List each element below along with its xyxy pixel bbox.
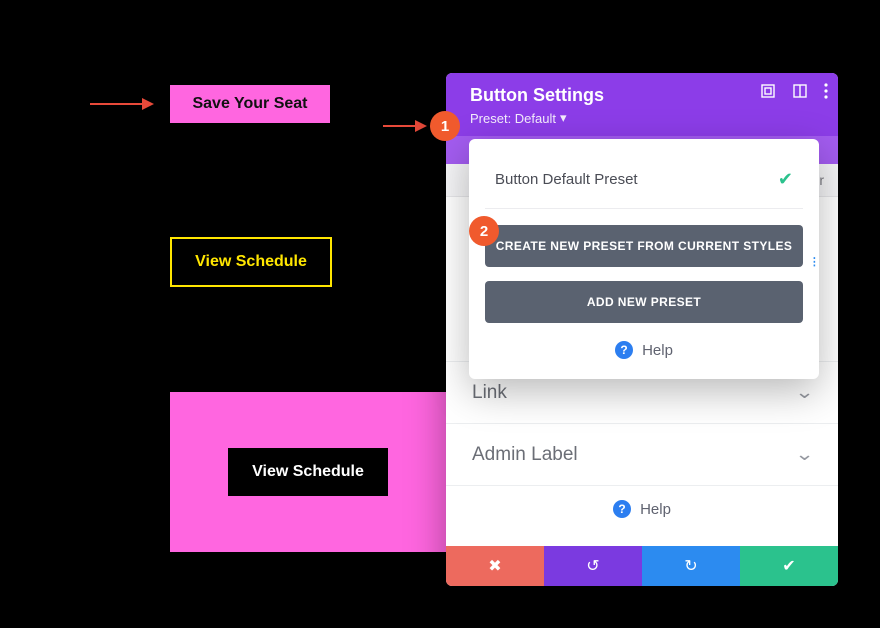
- annotation-step-2: 2: [469, 216, 499, 246]
- more-icon[interactable]: [824, 83, 828, 99]
- preset-popover: Button Default Preset ✔ CREATE NEW PRESE…: [469, 139, 819, 379]
- help-icon: ?: [615, 341, 633, 359]
- preview-button-label: Save Your Seat: [192, 95, 307, 113]
- cancel-button[interactable]: ✖: [446, 546, 544, 586]
- expand-icon[interactable]: [760, 83, 776, 99]
- popover-help-link[interactable]: ? Help: [485, 337, 803, 379]
- close-icon: ✖: [488, 556, 501, 576]
- button-label: CREATE NEW PRESET FROM CURRENT STYLES: [496, 239, 793, 253]
- redo-icon: ↻: [684, 556, 697, 576]
- accordion-label: Admin Label: [472, 444, 578, 466]
- caret-down-icon: ▾: [560, 110, 567, 126]
- check-icon: ✔: [778, 169, 793, 190]
- tab-fragment: r: [819, 172, 824, 188]
- redo-button[interactable]: ↻: [642, 546, 740, 586]
- panel-help-link[interactable]: ? Help: [446, 486, 838, 522]
- preview-button-view-schedule-outline[interactable]: View Schedule: [170, 237, 332, 287]
- undo-button[interactable]: ↺: [544, 546, 642, 586]
- check-icon: ✔: [782, 556, 795, 576]
- preset-list-item-default[interactable]: Button Default Preset ✔: [485, 161, 803, 208]
- annotation-arrow: [383, 125, 425, 127]
- layout-toggle-icon[interactable]: [792, 83, 808, 99]
- button-label: ADD NEW PRESET: [587, 295, 701, 309]
- help-label: Help: [642, 342, 673, 359]
- divider: [485, 208, 803, 209]
- save-button[interactable]: ✔: [740, 546, 838, 586]
- chevron-down-icon: ⌄: [795, 444, 815, 465]
- preset-item-label: Button Default Preset: [495, 171, 638, 188]
- chevron-down-icon: ⌄: [795, 382, 815, 403]
- accordion-label: Link: [472, 382, 507, 404]
- create-preset-from-current-button[interactable]: CREATE NEW PRESET FROM CURRENT STYLES: [485, 225, 803, 267]
- preview-button-save-seat[interactable]: Save Your Seat: [170, 85, 330, 123]
- accordion-admin-label[interactable]: Admin Label ⌄: [446, 423, 838, 485]
- annotation-step-1: 1: [430, 111, 460, 141]
- panel-header: Button Settings Preset: Default ▾: [446, 73, 838, 136]
- preview-button-label: View Schedule: [252, 463, 364, 481]
- preview-button-view-schedule-dark[interactable]: View Schedule: [228, 448, 388, 496]
- undo-icon: ↺: [586, 556, 599, 576]
- add-new-preset-button[interactable]: ADD NEW PRESET: [485, 281, 803, 323]
- help-icon: ?: [613, 500, 631, 518]
- panel-footer: ✖ ↺ ↻ ✔: [446, 546, 838, 586]
- preview-section-pink: View Schedule: [170, 392, 446, 552]
- gear-icon[interactable]: ⁝: [812, 253, 817, 271]
- annotation-arrow: [90, 103, 152, 105]
- help-label: Help: [640, 501, 671, 518]
- preset-dropdown[interactable]: Preset: Default ▾: [470, 110, 820, 126]
- preset-label: Preset: Default: [470, 111, 556, 126]
- preview-button-label: View Schedule: [195, 253, 307, 271]
- panel-header-actions: [760, 83, 828, 99]
